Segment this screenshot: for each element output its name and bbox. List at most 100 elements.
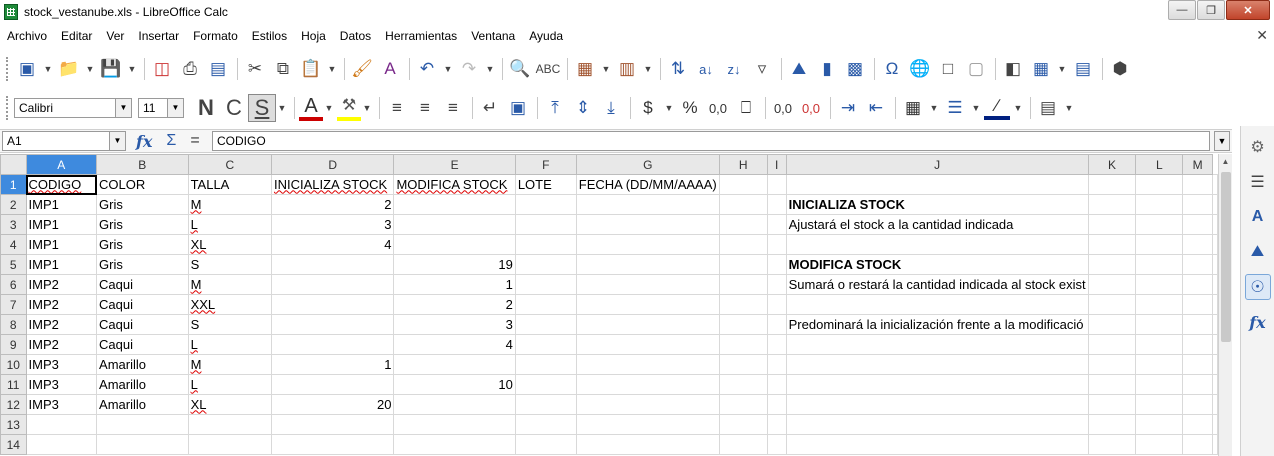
cell-d13[interactable]: [270, 414, 395, 435]
cell-c10[interactable]: M: [187, 354, 272, 375]
cell-j4[interactable]: [785, 234, 1089, 255]
select-all-corner[interactable]: [0, 154, 27, 175]
sort-ascending-icon[interactable]: a↓: [693, 55, 719, 83]
menu-formato[interactable]: Formato: [186, 29, 245, 43]
highlight-color-icon[interactable]: ⚒: [337, 95, 361, 121]
cell-c4[interactable]: XL: [187, 234, 272, 255]
cell-h7[interactable]: [718, 294, 768, 315]
row-header[interactable]: 9: [0, 334, 27, 355]
cell-c5[interactable]: S: [187, 254, 272, 275]
maximize-button[interactable]: ❐: [1197, 0, 1225, 20]
cell-i8[interactable]: [766, 314, 787, 335]
cell-g3[interactable]: [575, 214, 720, 235]
cell-k14[interactable]: [1087, 434, 1137, 455]
row-header[interactable]: 13: [0, 414, 27, 435]
cell-k8[interactable]: [1087, 314, 1137, 335]
cell-m7[interactable]: [1182, 294, 1213, 315]
cell-k3[interactable]: [1087, 214, 1137, 235]
cell-k12[interactable]: [1087, 394, 1137, 415]
row-header[interactable]: 14: [0, 434, 27, 455]
cell-m11[interactable]: [1182, 374, 1213, 395]
new-dropdown-icon[interactable]: ▼: [42, 55, 54, 83]
conditional-format-dropdown-icon[interactable]: ▼: [1063, 94, 1075, 122]
menu-ver[interactable]: Ver: [99, 29, 131, 43]
row-header[interactable]: 7: [0, 294, 27, 315]
cell-a6[interactable]: IMP2: [25, 274, 98, 295]
save-icon[interactable]: 💾: [98, 55, 124, 83]
properties-icon[interactable]: ☰: [1245, 169, 1271, 195]
cell-d7[interactable]: [270, 294, 395, 315]
align-right-icon[interactable]: ≡: [440, 94, 466, 122]
cell-b6[interactable]: Caqui: [96, 274, 189, 295]
menu-ventana[interactable]: Ventana: [464, 29, 522, 43]
cell-a12[interactable]: IMP3: [25, 394, 98, 415]
sum-icon[interactable]: Σ: [166, 132, 176, 150]
conditional-format-icon[interactable]: ▤: [1035, 94, 1061, 122]
define-print-area-icon[interactable]: ◧: [1000, 55, 1026, 83]
cell-d4[interactable]: 4: [270, 234, 395, 255]
currency-button[interactable]: $: [635, 94, 661, 122]
cell-g10[interactable]: [575, 354, 720, 375]
cell-l1[interactable]: [1135, 174, 1184, 195]
increase-indent-icon[interactable]: ⇥: [835, 94, 861, 122]
cell-c3[interactable]: L: [187, 214, 272, 235]
decrease-indent-icon[interactable]: ⇤: [863, 94, 889, 122]
cell-g2[interactable]: [575, 194, 720, 215]
headers-footers-icon[interactable]: ▢: [963, 55, 989, 83]
row-header[interactable]: 1: [0, 174, 27, 195]
cell-d9[interactable]: [270, 334, 395, 355]
cell-h10[interactable]: [718, 354, 768, 375]
menu-insertar[interactable]: Insertar: [131, 29, 186, 43]
cell-e10[interactable]: [393, 354, 516, 375]
align-left-icon[interactable]: ≡: [384, 94, 410, 122]
cell-m14[interactable]: [1182, 434, 1213, 455]
cell-c12[interactable]: XL: [187, 394, 272, 415]
cell-l4[interactable]: [1135, 234, 1184, 255]
navigator-icon[interactable]: ☉: [1244, 274, 1271, 300]
cell-h14[interactable]: [718, 434, 768, 455]
row-header[interactable]: 3: [0, 214, 27, 235]
cell-e5[interactable]: 19: [393, 254, 516, 275]
row-header[interactable]: 4: [0, 234, 27, 255]
cell-l2[interactable]: [1135, 194, 1184, 215]
cell-j10[interactable]: [785, 354, 1089, 375]
find-replace-icon[interactable]: 🔍: [507, 55, 533, 83]
row-header[interactable]: 8: [0, 314, 27, 335]
row-header[interactable]: 11: [0, 374, 27, 395]
cell-b7[interactable]: Caqui: [96, 294, 189, 315]
cell-k2[interactable]: [1087, 194, 1137, 215]
cell-m9[interactable]: [1182, 334, 1213, 355]
border-color-icon[interactable]: ∕: [984, 96, 1010, 120]
cell-f11[interactable]: [514, 374, 577, 395]
sidebar-settings-icon[interactable]: ⚙: [1245, 134, 1271, 160]
cell-b13[interactable]: [96, 414, 189, 435]
cell-a14[interactable]: [25, 434, 98, 455]
align-bottom-icon[interactable]: ⤓: [598, 94, 624, 122]
cell-g5[interactable]: [575, 254, 720, 275]
cell-d10[interactable]: 1: [270, 354, 395, 375]
cell-k11[interactable]: [1087, 374, 1137, 395]
cell-e4[interactable]: [393, 234, 516, 255]
cell-j6[interactable]: Sumará o restará la cantidad indicada al…: [785, 274, 1089, 295]
column-header-f[interactable]: F: [514, 154, 577, 175]
undo-dropdown-icon[interactable]: ▼: [442, 55, 454, 83]
redo-icon[interactable]: ↷: [456, 55, 482, 83]
column-header-c[interactable]: C: [187, 154, 272, 175]
column-header-g[interactable]: G: [575, 154, 720, 175]
row-header[interactable]: 5: [0, 254, 27, 275]
cell-e1[interactable]: MODIFICA STOCK: [393, 174, 516, 195]
cell-a8[interactable]: IMP2: [25, 314, 98, 335]
column-header-h[interactable]: H: [718, 154, 768, 175]
cell-f12[interactable]: [514, 394, 577, 415]
font-color-dropdown-icon[interactable]: ▼: [323, 94, 335, 122]
cell-e6[interactable]: 1: [393, 274, 516, 295]
cell-f8[interactable]: [514, 314, 577, 335]
scrollbar-thumb[interactable]: [1221, 172, 1231, 342]
column-header-l[interactable]: L: [1135, 154, 1184, 175]
align-center-icon[interactable]: ≡: [412, 94, 438, 122]
cell-c8[interactable]: S: [187, 314, 272, 335]
freeze-rows-columns-icon[interactable]: ▦: [1028, 55, 1054, 83]
cell-b10[interactable]: Amarillo: [96, 354, 189, 375]
cell-c9[interactable]: L: [187, 334, 272, 355]
cell-m8[interactable]: [1182, 314, 1213, 335]
